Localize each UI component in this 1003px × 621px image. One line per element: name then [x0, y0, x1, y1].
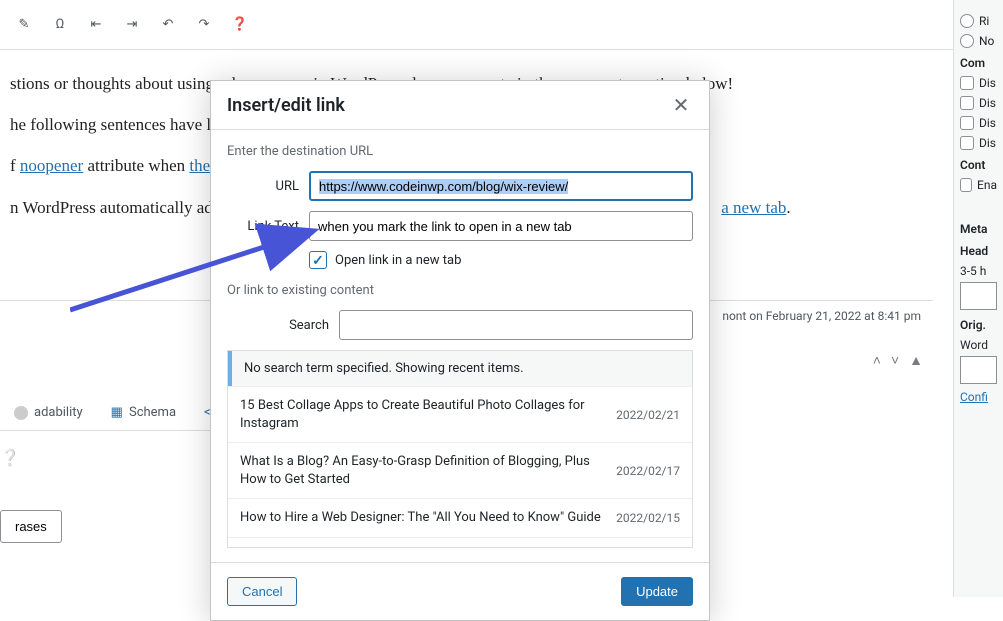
update-button[interactable]: Update [621, 577, 693, 606]
modal-header: Insert/edit link ✕ [211, 81, 709, 130]
radio-ri[interactable] [960, 14, 974, 28]
indent-icon[interactable]: ⇥ [118, 11, 146, 39]
search-input[interactable] [339, 310, 693, 340]
tab-schema[interactable]: ▦ Schema [97, 395, 190, 430]
newtab-label: Open link in a new tab [335, 253, 461, 268]
sidebar-head-sub: 3-5 h [960, 264, 997, 278]
grid-icon: ▦ [111, 405, 123, 420]
outdent-icon[interactable]: ⇤ [82, 11, 110, 39]
panel-controls: ˄ ˅ ▲ [873, 352, 923, 369]
result-item[interactable]: What Is a Blog? An Easy-to-Grasp Definit… [228, 442, 692, 498]
check-dis-2[interactable] [960, 96, 974, 110]
check-dis-3[interactable] [960, 116, 974, 130]
status-dot-icon [14, 406, 28, 420]
clear-format-icon[interactable]: ✎ [10, 11, 38, 39]
link-newtab[interactable]: a new tab [721, 198, 786, 217]
caret-up-icon[interactable]: ▲ [909, 352, 923, 369]
footer-timestamp: nont on February 21, 2022 at 8:41 pm [722, 309, 921, 323]
sidebar-word-label: Word [960, 338, 997, 352]
phrases-button[interactable]: rases [0, 510, 62, 543]
search-label: Search [257, 318, 339, 333]
omega-icon[interactable]: Ω [46, 11, 74, 39]
modal-title: Insert/edit link [227, 95, 345, 116]
url-input[interactable] [309, 171, 693, 201]
result-item[interactable]: How to Hire a Web Designer: The "All You… [228, 498, 692, 537]
seo-button-area: rases [0, 510, 62, 543]
linktext-label: Link Text [227, 219, 309, 234]
redo-icon[interactable]: ↷ [190, 11, 218, 39]
check-dis-4[interactable] [960, 136, 974, 150]
result-item[interactable]: Wix Review: Is Wix the Right Website Bui… [228, 537, 692, 548]
close-icon[interactable]: ✕ [669, 93, 693, 117]
chevron-down-icon[interactable]: ˅ [891, 352, 899, 369]
sidebar-head-heading: Head [960, 244, 997, 258]
link-noopener[interactable]: noopener [20, 156, 83, 175]
result-item[interactable]: 15 Best Collage Apps to Create Beautiful… [228, 386, 692, 442]
modal-body: Enter the destination URL URL Link Text … [211, 130, 709, 562]
cancel-button[interactable]: Cancel [227, 577, 297, 606]
sidebar-comp-heading: Com [960, 56, 997, 70]
chevron-up-icon[interactable]: ˄ [873, 352, 881, 369]
sidebar-word-input[interactable] [960, 356, 997, 384]
help-widget[interactable]: ❔ [0, 448, 20, 467]
insert-link-modal: Insert/edit link ✕ Enter the destination… [210, 80, 710, 621]
editor-toolbar: ✎ Ω ⇤ ⇥ ↶ ↷ ❓ [0, 0, 1003, 50]
right-sidebar: Ri No Com Dis Dis Dis Dis Cont Ena Meta … [953, 0, 1003, 597]
check-enable[interactable] [960, 178, 972, 192]
modal-hint: Enter the destination URL [227, 144, 693, 159]
linktext-input[interactable] [309, 211, 693, 241]
radio-no[interactable] [960, 34, 974, 48]
results-hint: No search term specified. Showing recent… [228, 351, 692, 386]
sidebar-config-link[interactable]: Confi [960, 390, 997, 404]
search-hint: Or link to existing content [227, 283, 693, 298]
undo-icon[interactable]: ↶ [154, 11, 182, 39]
help-icon[interactable]: ❓ [226, 11, 254, 39]
newtab-checkbox[interactable] [309, 251, 327, 269]
sidebar-meta-heading: Meta [960, 222, 997, 236]
linktext-row: Link Text [227, 211, 693, 241]
url-label: URL [227, 179, 309, 194]
sidebar-head-input[interactable] [960, 282, 997, 310]
results-list: No search term specified. Showing recent… [227, 350, 693, 548]
link-the[interactable]: the [189, 156, 210, 175]
tab-readability[interactable]: adability [0, 395, 97, 430]
sidebar-orig-heading: Orig. [960, 318, 997, 332]
modal-footer: Cancel Update [211, 562, 709, 620]
newtab-row: Open link in a new tab [309, 251, 693, 269]
check-dis-1[interactable] [960, 76, 974, 90]
url-row: URL [227, 171, 693, 201]
question-icon: ❔ [0, 448, 20, 467]
sidebar-content-heading: Cont [960, 158, 997, 172]
search-row: Search [257, 310, 693, 340]
